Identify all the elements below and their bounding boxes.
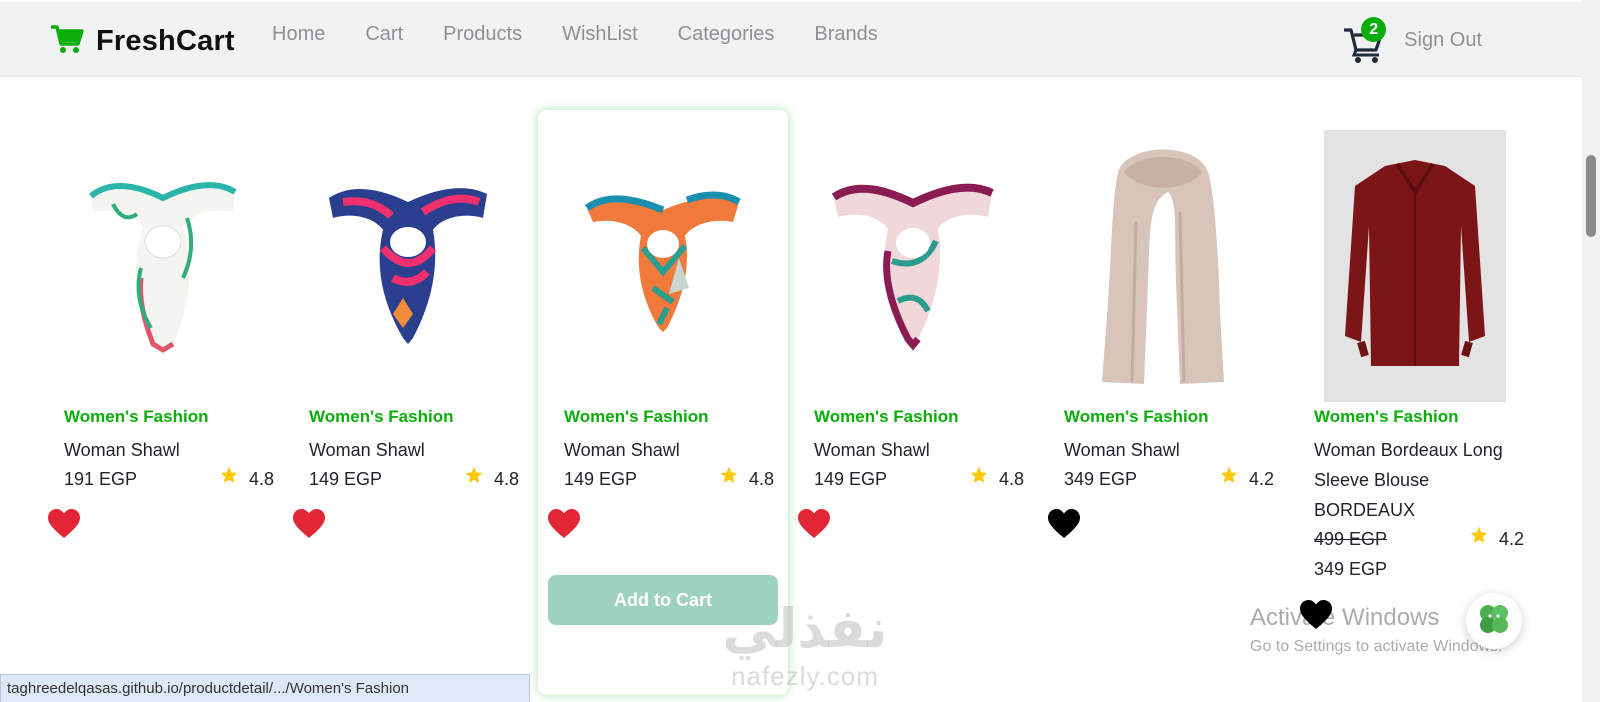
rating-value: 4.8 [748,469,774,489]
star-icon [969,464,989,494]
product-category: Women's Fashion [64,407,209,426]
watermark-arabic-text: نفذلي [722,597,888,660]
product-image[interactable] [1324,130,1506,402]
nav-link-cart[interactable]: Cart [365,23,423,46]
product-rating: 4.8 [969,464,1024,494]
star-icon [464,464,484,494]
product-category: Women's Fashion [309,407,454,426]
rating-value: 4.2 [1248,469,1274,489]
product-price: 349 EGP [1314,559,1388,579]
star-icon [1219,464,1239,494]
product-rating: 4.2 [1219,464,1274,494]
product-price: 149 EGP [309,469,383,489]
wishlist-heart-icon[interactable] [293,509,325,539]
product-title: Woman Shawl [64,440,180,460]
nav-link-products[interactable]: Products [443,23,542,46]
price-row: 191 EGP 4.8 [64,464,274,494]
nav-right: 2 Sign Out [1342,17,1482,63]
nav-link-brands[interactable]: Brands [814,23,897,46]
navbar: FreshCart Home Cart Products WishList Ca… [0,2,1582,77]
product-rating: 4.8 [719,464,774,494]
wishlist-heart-icon[interactable] [48,509,80,539]
product-category: Women's Fashion [1314,407,1459,426]
link-status-bar: taghreedelqasas.github.io/productdetail/… [0,674,530,702]
product-image[interactable] [60,128,266,398]
nafezly-watermark: نفذلي nafezly.com [705,598,905,702]
price-row: 499 EGP 349 EGP 4.2 [1314,524,1524,584]
product-category: Women's Fashion [814,407,959,426]
star-icon [719,464,739,494]
rating-value: 4.8 [998,469,1024,489]
product-rating: 4.8 [464,464,519,494]
star-icon [219,464,239,494]
nav-link-home[interactable]: Home [272,23,345,46]
product-image[interactable] [1060,128,1266,398]
nav-link-categories[interactable]: Categories [678,23,795,46]
nav-link-wishlist[interactable]: WishList [562,23,658,46]
brand-logo[interactable]: FreshCart [50,24,235,59]
star-icon [1469,524,1489,554]
product-category: Women's Fashion [564,407,709,426]
cart-count-badge: 2 [1361,17,1387,42]
product-title: Woman Shawl [1064,440,1180,460]
wishlist-heart-icon[interactable] [548,509,580,539]
price-row: 149 EGP 4.8 [309,464,519,494]
clover-icon [1475,600,1513,643]
product-card[interactable]: Women's Fashion Woman Shawl 149 EGP 4.8 [283,110,533,695]
sign-out-link[interactable]: Sign Out [1404,29,1482,52]
product-rating: 4.8 [219,464,274,494]
product-title: Woman Shawl [564,440,680,460]
activate-windows-watermark: Activate Windows Go to Settings to activ… [1250,604,1503,656]
rating-value: 4.2 [1498,529,1524,549]
product-card[interactable]: Women's Fashion Woman Shawl 191 EGP 4.8 [38,110,288,695]
brand-name: FreshCart [96,25,235,57]
price-row: 349 EGP 4.2 [1064,464,1274,494]
rating-value: 4.8 [493,469,519,489]
price-row: 149 EGP 4.8 [814,464,1024,494]
nav-links: Home Cart Products WishList Categories B… [272,23,918,46]
product-price: 191 EGP [64,469,138,489]
cart-button[interactable]: 2 [1342,17,1387,63]
watermark-domain-text: nafezly.com [731,661,879,691]
product-old-price: 499 EGP [1314,529,1388,549]
scrollbar-thumb[interactable] [1586,155,1596,237]
activate-windows-title: Activate Windows [1250,604,1440,631]
shopping-cart-icon [50,24,84,59]
price-row: 149 EGP 4.8 [564,464,774,494]
product-price: 349 EGP [1064,469,1138,489]
product-title: Woman Shawl [814,440,930,460]
product-category: Women's Fashion [1064,407,1209,426]
product-title: Woman Shawl [309,440,425,460]
product-title: Woman Bordeaux Long Sleeve Blouse BORDEA… [1314,440,1503,520]
product-image[interactable] [810,128,1016,398]
product-price: 149 EGP [564,469,638,489]
rating-value: 4.8 [248,469,274,489]
product-image[interactable] [560,128,766,398]
activate-windows-subtitle: Go to Settings to activate Windows. [1250,638,1503,655]
product-price: 149 EGP [814,469,888,489]
product-rating: 4.2 [1469,524,1524,554]
chat-widget-button[interactable] [1466,593,1522,649]
product-image[interactable] [305,128,511,398]
wishlist-heart-icon[interactable] [1048,509,1080,539]
wishlist-heart-icon[interactable] [798,509,830,539]
wishlist-heart-icon[interactable] [1300,600,1332,630]
page-scrollbar[interactable] [1582,0,1600,702]
